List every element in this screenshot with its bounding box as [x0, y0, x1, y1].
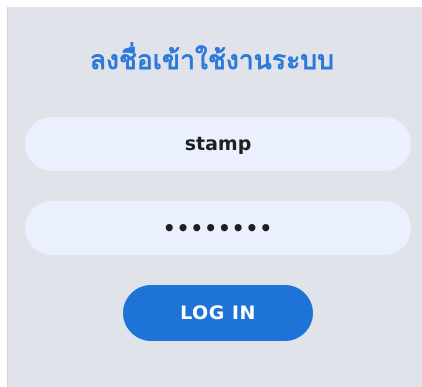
username-input[interactable] — [25, 117, 411, 171]
login-button[interactable]: LOG IN — [123, 285, 313, 341]
password-input[interactable] — [25, 201, 411, 255]
login-title: ลงชื่อเข้าใช้งานระบบ — [89, 46, 335, 76]
